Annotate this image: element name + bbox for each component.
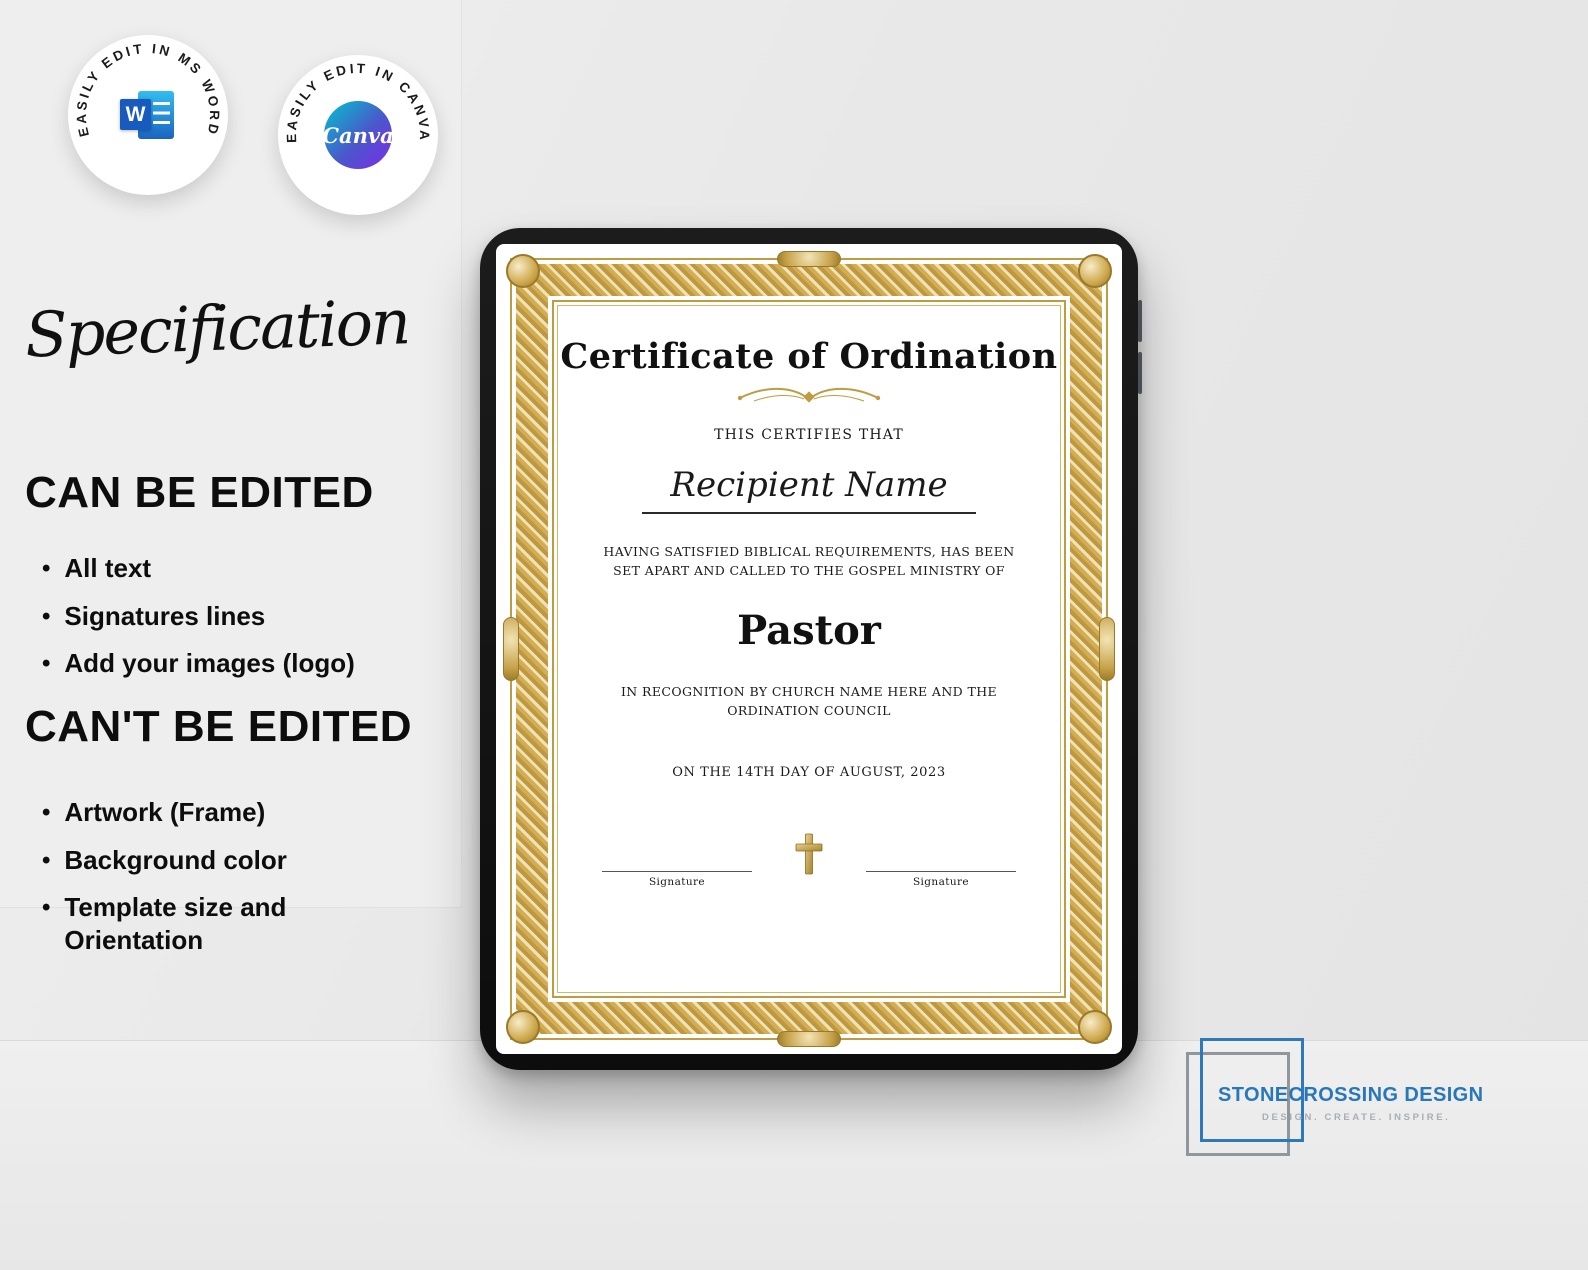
signature-line-right: Signature — [866, 870, 1016, 888]
ms-word-icon: W — [120, 89, 176, 141]
certifies-line: THIS CERTIFIES THAT — [714, 427, 904, 443]
frame-side-ornament — [777, 1031, 841, 1047]
word-letter-tile: W — [120, 99, 151, 130]
list-item-label: Artwork (Frame) — [64, 797, 266, 827]
list-item-label: Add your images (logo) — [64, 648, 355, 678]
list-item: Template size and Orientation — [42, 891, 402, 956]
frame-corner-medallion — [506, 1010, 540, 1044]
brand-tagline: DESIGN. CREATE. INSPIRE. — [1262, 1112, 1451, 1123]
list-item-label: Signatures lines — [64, 600, 266, 631]
ministry-role: Pastor — [737, 606, 881, 654]
frame-corner-medallion — [1078, 254, 1112, 288]
cant-be-edited-heading: CAN'T BE EDITED — [25, 702, 413, 751]
certificate-content: Certificate of Ordination THIS CERTIFIES… — [560, 308, 1058, 990]
certificate-document: Certificate of Ordination THIS CERTIFIES… — [503, 251, 1115, 1047]
list-item: Background color — [42, 844, 402, 877]
frame-corner-medallion — [506, 254, 540, 288]
frame-corner-medallion — [1078, 1010, 1112, 1044]
cant-be-edited-list: Artwork (Frame) Background color Templat… — [42, 796, 402, 971]
signature-line-left: Signature — [602, 870, 752, 888]
frame-side-ornament — [1099, 617, 1115, 681]
flourish-icon — [560, 385, 1058, 411]
list-item-label: Background color — [64, 844, 287, 875]
product-mockup-scene: EASILY EDIT IN MS WORD W EASILY EDIT IN … — [0, 0, 1588, 1270]
recipient-name: Recipient Name — [642, 465, 976, 514]
date-line: ON THE 14TH DAY OF AUGUST, 2023 — [672, 764, 946, 780]
brand-logo: STONECROSSING DESIGN DESIGN. CREATE. INS… — [1186, 1036, 1486, 1168]
specification-title: Specification — [23, 285, 411, 372]
can-be-edited-list: All text Signatures lines Add your image… — [42, 552, 402, 695]
list-item: Add your images (logo) — [42, 647, 402, 680]
list-item-label: All text — [64, 553, 152, 583]
brand-name: STONECROSSING DESIGN — [1218, 1084, 1484, 1106]
frame-side-ornament — [503, 617, 519, 681]
certificate-title: Certificate of Ordination — [560, 336, 1058, 377]
canva-badge: EASILY EDIT IN CANVA Canva — [278, 55, 438, 215]
tablet-volume-button — [1138, 352, 1142, 394]
frame-side-ornament — [777, 251, 841, 267]
list-item: Artwork (Frame) — [42, 796, 402, 829]
tablet-volume-button — [1138, 300, 1142, 342]
tablet-mockup: Certificate of Ordination THIS CERTIFIES… — [480, 228, 1142, 1070]
list-item: All text — [42, 552, 402, 585]
can-be-edited-heading: CAN BE EDITED — [25, 468, 374, 517]
tablet-screen: Certificate of Ordination THIS CERTIFIES… — [496, 244, 1122, 1054]
canva-icon: Canva — [322, 101, 394, 169]
word-page-lines — [153, 102, 170, 130]
cross-icon — [794, 832, 824, 880]
list-item-label: Template size and Orientation — [64, 892, 287, 955]
canva-wordmark: Canva — [322, 122, 394, 148]
list-item: Signatures lines — [42, 600, 402, 633]
certificate-body-2: IN RECOGNITION BY CHURCH NAME HERE AND T… — [620, 683, 998, 719]
certificate-body-1: HAVING SATISFIED BIBLICAL REQUIREMENTS, … — [603, 544, 1015, 579]
signature-row: Signature Signature — [560, 832, 1058, 888]
ms-word-badge: EASILY EDIT IN MS WORD W — [68, 35, 228, 195]
